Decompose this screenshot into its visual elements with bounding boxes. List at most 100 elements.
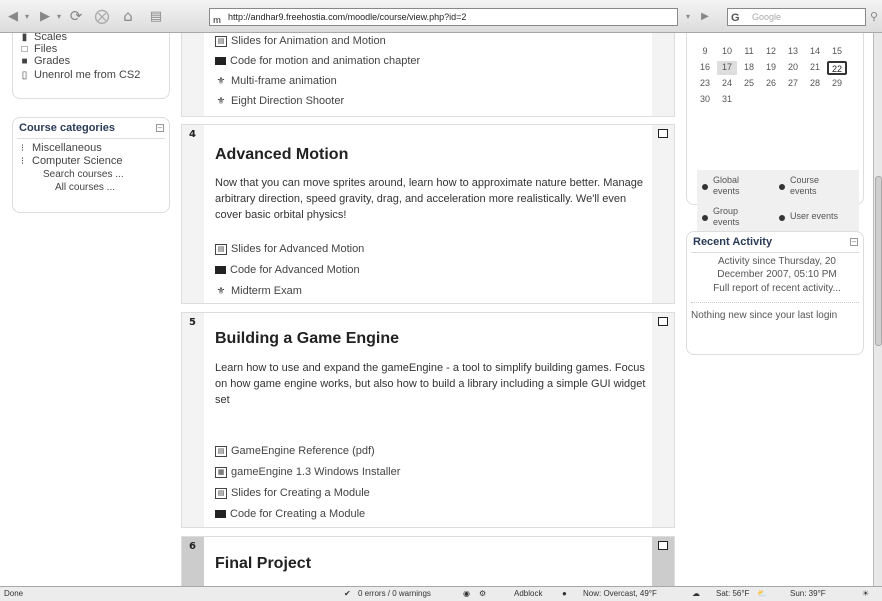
calendar-day[interactable]: 19 — [761, 61, 781, 75]
calendar-day[interactable]: 10 — [717, 45, 737, 59]
cloud-icon: ☁ — [692, 589, 700, 598]
category-computer-science[interactable]: ⁝ Computer Science — [17, 155, 123, 167]
calendar-day[interactable]: 14 — [805, 45, 825, 59]
legend-user-events[interactable]: User events — [790, 211, 860, 222]
calendar-day[interactable]: 30 — [695, 93, 715, 107]
calendar-day[interactable]: 16 — [695, 61, 715, 75]
activity-since-text: Activity since Thursday, 20 December 200… — [717, 256, 837, 280]
weather-sun[interactable]: Sun: 39°F — [790, 587, 826, 601]
highlight-section-toggle[interactable] — [658, 129, 668, 138]
calendar-day[interactable]: 24 — [717, 77, 737, 91]
calendar-day[interactable]: 12 — [761, 45, 781, 59]
home-icon[interactable]: ⌂ — [118, 6, 138, 26]
activity-resource[interactable]: Code for Advanced Motion — [215, 264, 360, 276]
search-courses-link[interactable]: Search courses ... — [43, 169, 124, 180]
legend-group-events[interactable]: Group events — [713, 206, 763, 228]
calendar-day[interactable]: 15 — [827, 45, 847, 59]
activity-resource[interactable]: Code for motion and animation chapter — [215, 55, 420, 67]
highlight-section-toggle[interactable] — [658, 541, 668, 550]
site-favicon-icon: m — [213, 15, 222, 25]
stop-icon[interactable]: ⨂ — [92, 6, 112, 26]
error-count[interactable]: 0 errors / 0 warnings — [358, 587, 431, 601]
calendar-day[interactable]: 29 — [827, 77, 847, 91]
highlight-section-toggle[interactable] — [658, 317, 668, 326]
activity-resource[interactable]: ▦ gameEngine 1.3 Windows Installer — [215, 466, 400, 478]
calendar-day[interactable]: 18 — [739, 61, 759, 75]
calendar-day[interactable]: 9 — [695, 45, 715, 59]
exam-icon: ⚜ — [216, 285, 226, 297]
weather-now[interactable]: Now: Overcast, 49°F — [583, 587, 657, 601]
activity-resource[interactable]: ⚜ Midterm Exam — [215, 285, 302, 297]
calendar-day[interactable]: 27 — [783, 77, 803, 91]
back-icon[interactable]: ◀ — [4, 6, 22, 26]
calendar-day[interactable]: 25 — [739, 77, 759, 91]
category-icon: ⁝ — [20, 142, 25, 154]
activity-resource[interactable]: ⚜ Eight Direction Shooter — [215, 95, 345, 107]
weather-icon: ● — [562, 589, 567, 598]
section-summary: Learn how to use and expand the gameEngi… — [215, 362, 646, 406]
activity-resource[interactable]: ▤ GameEngine Reference (pdf) — [215, 445, 375, 457]
calendar-day[interactable]: 26 — [761, 77, 781, 91]
firebug-icon[interactable]: ◉ — [463, 587, 470, 601]
legend-global-events[interactable]: Global events — [713, 175, 763, 197]
calendar-day[interactable]: 21 — [805, 61, 825, 75]
section-side-right — [652, 125, 674, 303]
activity-resource[interactable]: ▤ Slides for Creating a Module — [215, 487, 370, 499]
section-side-left — [182, 33, 204, 116]
back-dropdown-icon[interactable]: ▾ — [22, 6, 32, 26]
gear-icon[interactable]: ⚙ — [479, 587, 486, 601]
calendar-day[interactable]: 23 — [695, 77, 715, 91]
vertical-scrollbar[interactable] — [873, 33, 882, 586]
weather-sat[interactable]: Sat: 56°F — [716, 587, 749, 601]
assignment-icon: ⚜ — [216, 75, 226, 87]
section-summary: Now that you can move sprites around, le… — [215, 177, 644, 221]
course-section-4: 4 Advanced Motion Now that you can move … — [181, 124, 675, 304]
collapse-block-icon[interactable]: − — [156, 124, 164, 132]
all-courses-link[interactable]: All courses ... — [55, 182, 115, 193]
collapse-block-icon[interactable]: − — [850, 238, 858, 246]
forward-dropdown-icon[interactable]: ▾ — [54, 6, 64, 26]
url-history-dropdown-icon[interactable]: ▾ — [681, 6, 695, 26]
search-box[interactable]: G Google — [727, 8, 866, 26]
grades-icon: ■ — [21, 55, 28, 67]
calendar-day[interactable]: 13 — [783, 45, 803, 59]
calendar-day[interactable]: 11 — [739, 45, 759, 59]
go-icon[interactable]: ▶ — [697, 6, 713, 26]
google-search-icon[interactable]: G — [731, 10, 740, 26]
forward-icon[interactable]: ▶ — [36, 6, 54, 26]
activity-resource[interactable]: Code for Creating a Module — [215, 508, 365, 520]
activity-resource[interactable]: ⚜ Multi-frame animation — [215, 75, 337, 87]
activity-resource[interactable]: ▤ Slides for Animation and Motion — [215, 35, 386, 47]
nav-item-files[interactable]: □ Files — [19, 43, 57, 55]
calendar-day[interactable]: 28 — [805, 77, 825, 91]
bookmark-page-icon[interactable]: ▤ — [146, 6, 166, 26]
scrollbar-thumb[interactable] — [875, 176, 882, 346]
search-go-icon[interactable]: ⚲ — [867, 6, 881, 26]
nav-item-unenrol[interactable]: ▯ Unenrol me from CS2 — [19, 69, 141, 81]
calendar-day[interactable]: 22 — [827, 61, 847, 75]
browser-toolbar: ◀ ▾ ▶ ▾ ⟳ ⨂ ⌂ ▤ m http://andhar9.freehos… — [0, 0, 882, 33]
activity-resource[interactable]: ▤ Slides for Advanced Motion — [215, 243, 364, 255]
installer-icon: ▦ — [215, 466, 227, 478]
nav-item-grades[interactable]: ■ Grades — [19, 55, 70, 67]
address-bar[interactable]: m http://andhar9.freehostia.com/moodle/c… — [209, 8, 678, 26]
course-categories-title: Course categories — [19, 122, 115, 134]
course-section-3: ▤ Slides for Animation and Motion Code fo… — [181, 33, 675, 117]
calendar-day[interactable]: 17 — [717, 61, 737, 75]
adblock-label[interactable]: Adblock — [514, 587, 542, 601]
course-section-5: 5 Building a Game Engine Learn how to us… — [181, 312, 675, 528]
check-ok-icon[interactable]: ✔ — [344, 587, 351, 601]
calendar-block: 9 10 11 12 13 14 15 16 17 18 19 20 21 22 23 24 25 26 27 28 2… — [686, 33, 864, 240]
global-events-dot-icon — [702, 184, 708, 190]
calendar-legend: Global events Course events Group events… — [697, 170, 859, 240]
nav-item-scales[interactable]: ▮ Scales — [19, 33, 67, 43]
calendar-day[interactable]: 20 — [783, 61, 803, 75]
legend-course-events[interactable]: Course events — [790, 175, 845, 197]
category-miscellaneous[interactable]: ⁝ Miscellaneous — [17, 142, 102, 154]
folder-icon: □ — [21, 43, 28, 55]
section-number: 5 — [189, 317, 196, 328]
block-divider — [17, 138, 165, 139]
reload-icon[interactable]: ⟳ — [66, 6, 86, 26]
full-report-link[interactable]: Full report of recent activity... — [697, 282, 857, 295]
calendar-day[interactable]: 31 — [717, 93, 737, 107]
